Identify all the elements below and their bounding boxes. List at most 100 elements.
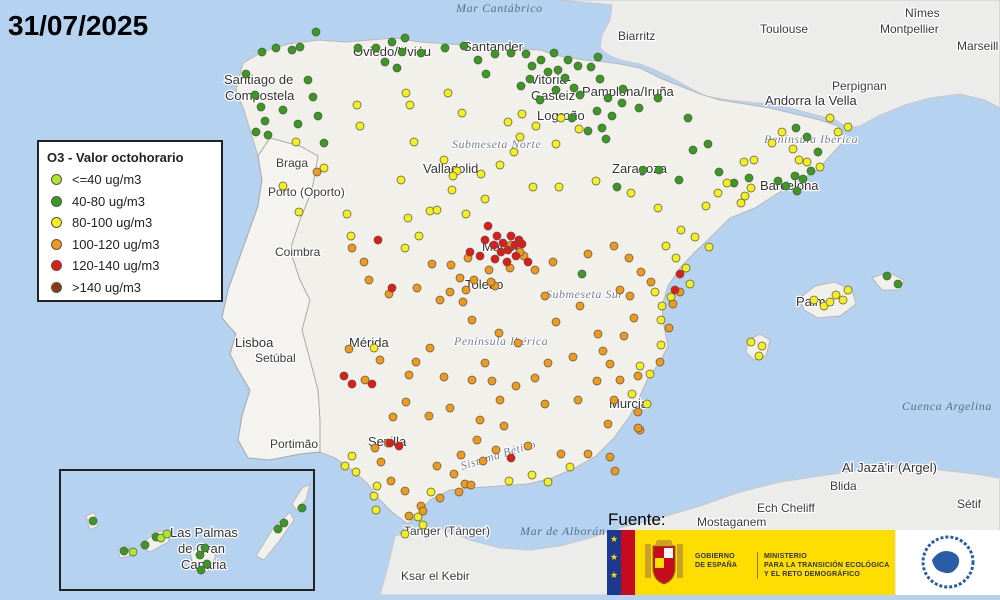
- station-marker[interactable]: [531, 266, 539, 274]
- station-marker[interactable]: [537, 56, 545, 64]
- station-marker[interactable]: [341, 462, 349, 470]
- station-marker[interactable]: [410, 138, 418, 146]
- station-marker[interactable]: [288, 46, 296, 54]
- station-marker[interactable]: [671, 286, 679, 294]
- station-marker[interactable]: [654, 94, 662, 102]
- station-marker[interactable]: [320, 139, 328, 147]
- station-marker[interactable]: [604, 420, 612, 428]
- station-marker[interactable]: [404, 214, 412, 222]
- station-marker[interactable]: [448, 186, 456, 194]
- station-marker[interactable]: [705, 243, 713, 251]
- station-marker[interactable]: [676, 270, 684, 278]
- station-marker[interactable]: [433, 206, 441, 214]
- station-marker[interactable]: [569, 353, 577, 361]
- station-marker[interactable]: [561, 74, 569, 82]
- station-marker[interactable]: [419, 507, 427, 515]
- station-marker[interactable]: [750, 156, 758, 164]
- station-marker[interactable]: [272, 44, 280, 52]
- station-marker[interactable]: [460, 42, 468, 50]
- station-marker[interactable]: [675, 176, 683, 184]
- station-marker[interactable]: [516, 133, 524, 141]
- station-marker[interactable]: [376, 356, 384, 364]
- station-marker[interactable]: [512, 382, 520, 390]
- station-marker[interactable]: [636, 362, 644, 370]
- station-marker[interactable]: [594, 330, 602, 338]
- station-marker[interactable]: [481, 236, 489, 244]
- station-marker[interactable]: [476, 416, 484, 424]
- station-marker[interactable]: [459, 298, 467, 306]
- station-marker[interactable]: [658, 302, 666, 310]
- station-marker[interactable]: [503, 258, 511, 266]
- station-marker[interactable]: [481, 359, 489, 367]
- station-marker[interactable]: [340, 372, 348, 380]
- station-marker[interactable]: [512, 252, 520, 260]
- station-marker[interactable]: [552, 318, 560, 326]
- station-marker[interactable]: [662, 242, 670, 250]
- station-marker[interactable]: [814, 148, 822, 156]
- station-marker[interactable]: [497, 248, 505, 256]
- station-marker[interactable]: [647, 278, 655, 286]
- station-marker[interactable]: [544, 359, 552, 367]
- station-marker[interactable]: [792, 124, 800, 132]
- station-marker[interactable]: [348, 452, 356, 460]
- station-marker[interactable]: [413, 284, 421, 292]
- station-marker[interactable]: [524, 258, 532, 266]
- station-marker[interactable]: [360, 258, 368, 266]
- station-marker[interactable]: [395, 442, 403, 450]
- station-marker[interactable]: [507, 49, 515, 57]
- station-marker[interactable]: [532, 122, 540, 130]
- station-marker[interactable]: [295, 208, 303, 216]
- station-marker[interactable]: [639, 166, 647, 174]
- station-marker[interactable]: [492, 446, 500, 454]
- station-marker[interactable]: [883, 272, 891, 280]
- station-marker[interactable]: [634, 372, 642, 380]
- station-marker[interactable]: [555, 183, 563, 191]
- station-marker[interactable]: [557, 450, 565, 458]
- station-marker[interactable]: [793, 187, 801, 195]
- station-marker[interactable]: [587, 63, 595, 71]
- station-marker[interactable]: [348, 244, 356, 252]
- station-marker[interactable]: [258, 48, 266, 56]
- station-marker[interactable]: [352, 468, 360, 476]
- station-marker[interactable]: [387, 477, 395, 485]
- station-marker[interactable]: [616, 286, 624, 294]
- station-marker[interactable]: [602, 135, 610, 143]
- station-marker[interactable]: [665, 324, 673, 332]
- station-marker[interactable]: [740, 158, 748, 166]
- station-marker[interactable]: [388, 284, 396, 292]
- station-marker[interactable]: [372, 506, 380, 514]
- station-marker[interactable]: [826, 298, 834, 306]
- station-marker[interactable]: [689, 146, 697, 154]
- station-marker[interactable]: [834, 128, 842, 136]
- station-marker[interactable]: [517, 82, 525, 90]
- station-marker[interactable]: [264, 131, 272, 139]
- station-marker[interactable]: [634, 424, 642, 432]
- station-marker[interactable]: [356, 122, 364, 130]
- station-marker[interactable]: [398, 48, 406, 56]
- station-marker[interactable]: [450, 470, 458, 478]
- station-marker[interactable]: [702, 202, 710, 210]
- station-marker[interactable]: [723, 179, 731, 187]
- station-marker[interactable]: [628, 390, 636, 398]
- station-marker[interactable]: [626, 292, 634, 300]
- station-marker[interactable]: [368, 380, 376, 388]
- station-marker[interactable]: [826, 114, 834, 122]
- station-marker[interactable]: [401, 34, 409, 42]
- station-marker[interactable]: [518, 110, 526, 118]
- station-marker[interactable]: [371, 444, 379, 452]
- station-marker[interactable]: [292, 138, 300, 146]
- station-marker[interactable]: [529, 183, 537, 191]
- station-marker[interactable]: [415, 232, 423, 240]
- station-marker[interactable]: [462, 286, 470, 294]
- station-marker[interactable]: [504, 118, 512, 126]
- station-marker[interactable]: [791, 172, 799, 180]
- station-marker[interactable]: [313, 168, 321, 176]
- station-marker[interactable]: [654, 204, 662, 212]
- station-marker[interactable]: [412, 358, 420, 366]
- station-marker[interactable]: [656, 358, 664, 366]
- station-marker[interactable]: [643, 400, 651, 408]
- station-marker[interactable]: [566, 463, 574, 471]
- station-marker[interactable]: [354, 44, 362, 52]
- station-marker[interactable]: [436, 494, 444, 502]
- station-marker[interactable]: [737, 199, 745, 207]
